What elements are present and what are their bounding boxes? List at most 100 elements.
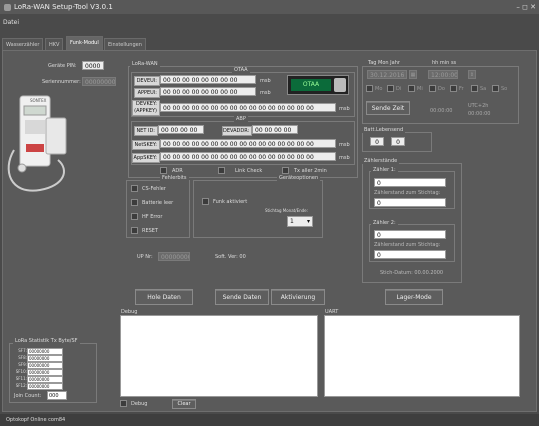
netid-input[interactable]: 00 00 00 00 <box>158 125 204 134</box>
lager-mode-button[interactable]: Lager-Mode <box>385 289 443 305</box>
sf-value: 00000000 <box>27 355 63 362</box>
appeui-input[interactable]: 00 00 00 00 00 00 00 00 <box>160 87 256 96</box>
zaehler1-stich-label: Zählerstand zum Stichtag: <box>374 190 441 196</box>
time-input[interactable]: 12:00:00 <box>428 70 458 79</box>
funk-aktiviert-label: Funk aktiviert <box>213 199 248 205</box>
sf-label: SF10: <box>15 369 27 374</box>
up-nr-label: UP Nr: <box>137 254 153 260</box>
clear-button[interactable]: Clear <box>172 399 196 409</box>
funk-aktiviert-checkbox[interactable] <box>202 198 209 205</box>
fehlerbits-title: Fehlerbits <box>160 175 189 181</box>
deveui-unit: msb <box>260 78 271 84</box>
day-do-checkbox[interactable] <box>429 85 436 92</box>
hole-daten-button[interactable]: Hole Daten <box>135 289 193 305</box>
seriennummer-input: 00000000 <box>82 77 116 86</box>
day-do-label: Do <box>438 86 445 92</box>
day-sa-checkbox[interactable] <box>471 85 478 92</box>
tab-einstellungen[interactable]: Einstellungen <box>104 38 146 50</box>
lorastat-table: SF7: 00000000 SF8: 00000000 SF9: 0000000… <box>14 348 63 390</box>
calendar-icon[interactable]: ▦ <box>409 70 417 79</box>
zaehler2-stich-label: Zählerstand zum Stichtag: <box>374 242 441 248</box>
join-count-label: Join Count: <box>14 393 42 399</box>
devaddr-label: DEVADDR: <box>222 126 252 136</box>
clock-value: 00:00:00 <box>430 108 453 114</box>
geraete-pin-label: Geräte PIN: <box>48 63 77 69</box>
stich-datum: Stich-Datum: 00.00.2000 <box>380 270 444 276</box>
menu-datei[interactable]: Datei <box>3 19 19 26</box>
netskey-input[interactable]: 00 00 00 00 00 00 00 00 00 00 00 00 00 0… <box>160 139 336 148</box>
linkcheck-checkbox[interactable] <box>218 167 225 174</box>
batt-value-2[interactable]: 0 <box>391 137 405 146</box>
deveui-input[interactable]: 00 00 00 00 00 00 00 00 <box>160 75 256 84</box>
zaehlerstaende-title: Zählerstände <box>362 158 400 164</box>
uart-textarea[interactable] <box>324 315 520 397</box>
day-mi-checkbox[interactable] <box>408 85 415 92</box>
zaehler2-input[interactable]: 0 <box>374 230 446 239</box>
day-fr-checkbox[interactable] <box>450 85 457 92</box>
otaa-toggle-knob <box>334 78 346 92</box>
zaehler2-stich-input[interactable]: 0 <box>374 250 446 259</box>
sf-label: SF12: <box>15 383 27 388</box>
lorawan-title: LoRa-WAN <box>130 61 160 67</box>
adr-checkbox[interactable] <box>160 167 167 174</box>
hf-error-checkbox[interactable] <box>131 213 138 220</box>
reset-checkbox[interactable] <box>131 227 138 234</box>
otaa-title: OTAA <box>232 67 250 73</box>
day-di-checkbox[interactable] <box>387 85 394 92</box>
lorastat-row: SF8: 00000000 <box>14 355 63 362</box>
device-brand: SONTEX <box>30 98 47 103</box>
tab-funk-modul[interactable]: Funk-Modul <box>66 36 103 50</box>
window-controls[interactable]: – ◻ ✕ <box>516 0 536 14</box>
window-title: LoRa-WAN Setup-Tool V3.0.1 <box>14 3 113 11</box>
tab-hkv[interactable]: HKV <box>45 38 64 50</box>
device-image: SONTEX <box>4 90 76 200</box>
batterie-leer-checkbox[interactable] <box>131 199 138 206</box>
aktivierung-button[interactable]: Aktivierung <box>271 289 325 305</box>
lorastat-row: SF12: 00000000 <box>14 383 63 390</box>
devkey-label: DEVKEY: (APPKEY) <box>132 100 160 116</box>
chevron-down-icon: ▾ <box>306 218 310 225</box>
seriennummer-label: Seriennummer: <box>42 79 81 85</box>
zaehler1-label: Zähler 1: <box>371 167 398 173</box>
batt-title: Batt.Lebensend <box>362 127 406 133</box>
cs-fehler-checkbox[interactable] <box>131 185 138 192</box>
appskey-label: AppSKEY: <box>132 153 160 163</box>
utc-time: 00:00:00 <box>468 111 491 117</box>
debug-checkbox[interactable] <box>120 400 127 407</box>
soft-ver: Soft. Ver: 00 <box>215 254 246 260</box>
appeui-label: APPEUI: <box>134 88 160 98</box>
sf-label: SF8: <box>18 355 27 360</box>
day-mi-label: Mi <box>417 86 423 92</box>
day-so-checkbox[interactable] <box>492 85 499 92</box>
debug-textarea[interactable] <box>120 315 318 397</box>
sf-value: 00000000 <box>27 348 63 355</box>
netskey-label: NetSKEY: <box>132 140 160 150</box>
date-input[interactable]: 30.12.2016 <box>367 70 407 79</box>
sende-zeit-button[interactable]: Sende Zeit <box>366 101 410 115</box>
date-header: Tag Mon Jahr <box>368 60 400 66</box>
day-fr-label: Fr <box>459 86 464 92</box>
sende-daten-button[interactable]: Sende Daten <box>215 289 269 305</box>
txalle-checkbox[interactable] <box>282 167 289 174</box>
geraete-pin-input[interactable]: 0000 <box>82 61 104 70</box>
sf-value: 00000000 <box>27 369 63 376</box>
stichtag-select[interactable]: 1 ▾ <box>287 216 313 227</box>
day-di-label: Di <box>396 86 402 92</box>
day-mo-checkbox[interactable] <box>366 85 373 92</box>
sf-value: 00000000 <box>27 383 63 390</box>
sf-label: SF7: <box>18 348 27 353</box>
adr-label: ADR <box>172 168 183 174</box>
devkey-input[interactable]: 00 00 00 00 00 00 00 00 00 00 00 00 00 0… <box>160 103 336 112</box>
up-nr-value: 00000000 <box>158 252 190 261</box>
deveui-label: DEVEUI: <box>134 76 160 86</box>
otaa-toggle[interactable]: OTAA <box>287 75 349 95</box>
netid-label: NET ID: <box>134 126 158 136</box>
zaehler1-stich-input[interactable]: 0 <box>374 198 446 207</box>
time-spinner-icon[interactable]: ⇕ <box>468 70 476 79</box>
batt-value-1[interactable]: 0 <box>370 137 384 146</box>
zaehler1-input[interactable]: 0 <box>374 178 446 187</box>
tab-wasserzaehler[interactable]: Wasserzähler <box>2 38 44 50</box>
menu-bar: Datei <box>0 14 539 32</box>
appskey-input[interactable]: 00 00 00 00 00 00 00 00 00 00 00 00 00 0… <box>160 152 336 161</box>
devaddr-input[interactable]: 00 00 00 00 <box>252 125 298 134</box>
